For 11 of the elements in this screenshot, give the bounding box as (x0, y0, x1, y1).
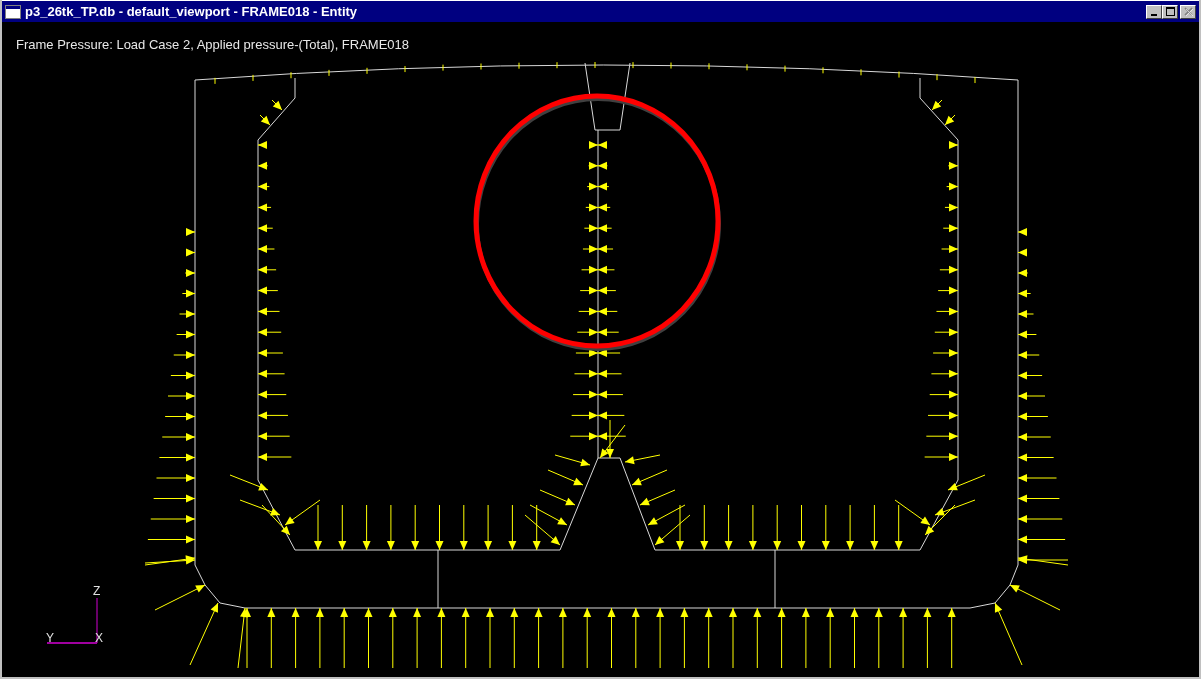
maximize-icon (1164, 6, 1176, 17)
axis-label: X (95, 631, 103, 645)
minimize-button[interactable] (1146, 4, 1162, 19)
axis-label: Z (93, 584, 101, 598)
maximize-button[interactable] (1162, 4, 1178, 19)
viewport-caption: Frame Pressure: Load Case 2, Applied pressure-(Total), FRAME018 (16, 37, 410, 52)
minimize-icon (1151, 13, 1157, 16)
window-title: p3_26tk_TP.db - default_viewport - FRAME018 - Entity (25, 4, 359, 19)
window-icon (5, 4, 21, 19)
close-icon (1182, 6, 1194, 17)
axis-label: Y (46, 631, 54, 645)
